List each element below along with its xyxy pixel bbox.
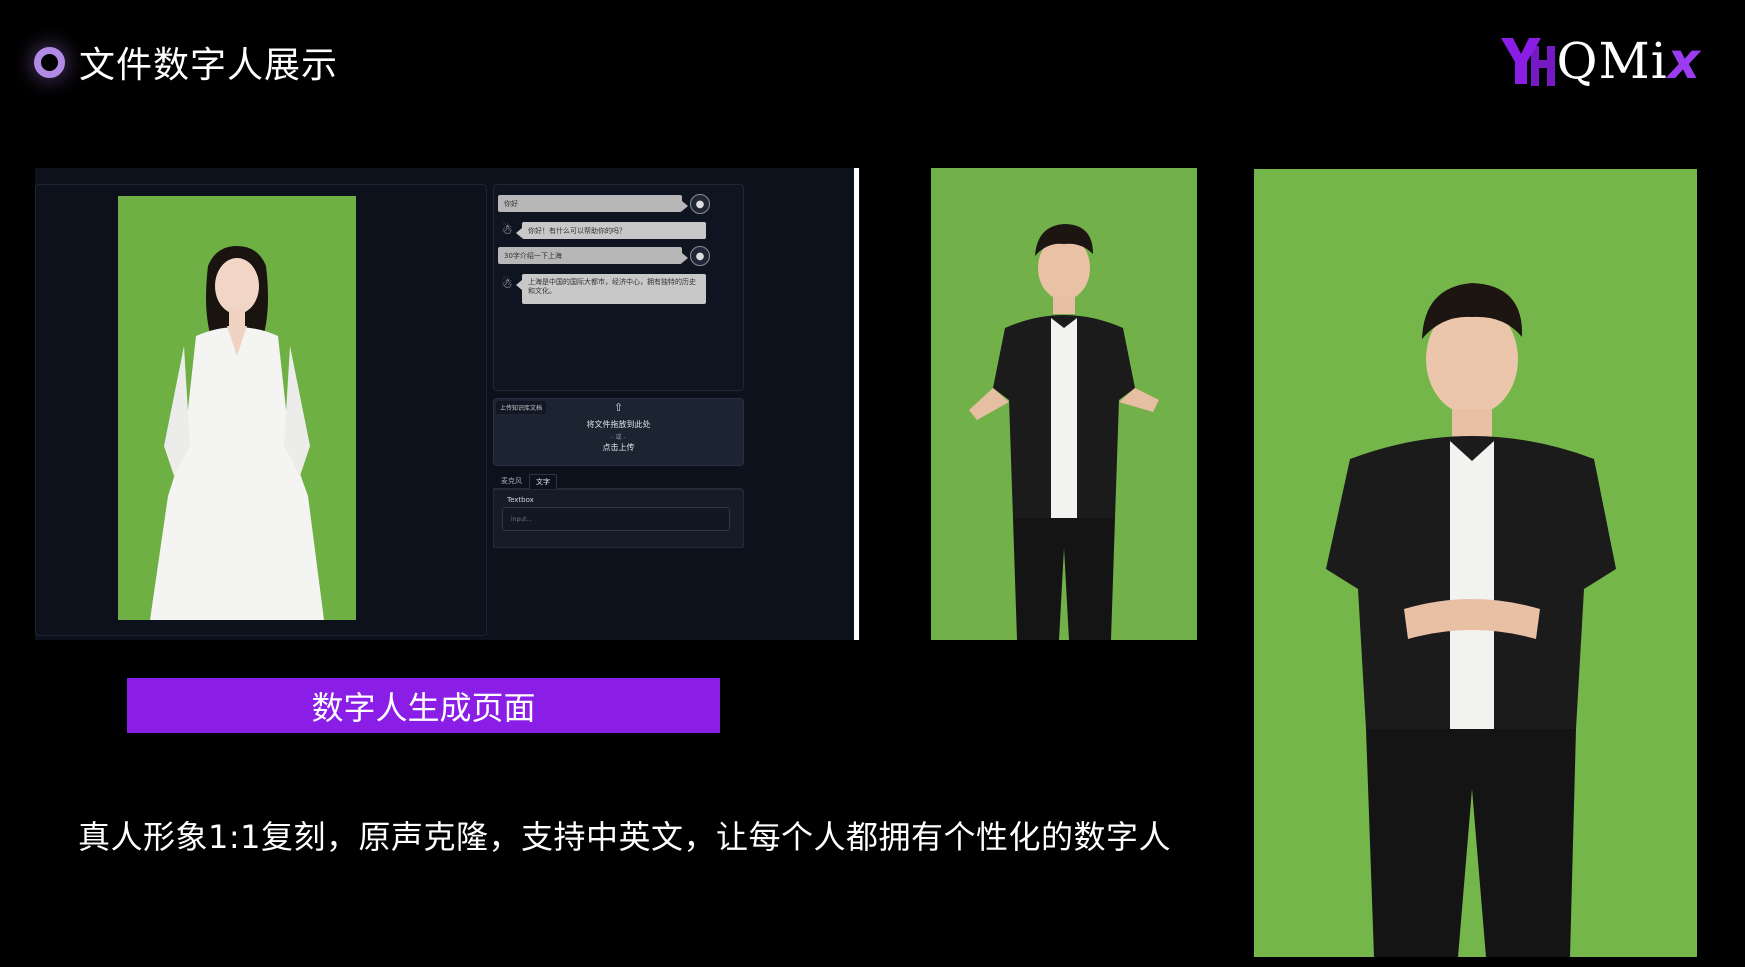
tab-microphone[interactable]: 麦克风 bbox=[495, 474, 528, 488]
brand-name: QMix bbox=[1557, 32, 1701, 90]
chat-message-user: 30字介绍一下上海 bbox=[498, 247, 688, 264]
screenshot-divider bbox=[854, 168, 859, 640]
digital-human-app-screenshot: 你好 ● ☃ 你好！有什么可以帮助你的吗？ 30字介绍一下上海 ● ☃ 上海是中… bbox=[35, 168, 860, 640]
chat-message-bot: 你好！有什么可以帮助你的吗？ bbox=[516, 222, 706, 239]
brand-name-main: QMi bbox=[1556, 32, 1668, 90]
user-avatar-icon: ● bbox=[690, 194, 710, 214]
chat-message-bot: 上海是中国的国际大都市，经济中心，拥有独特的历史和文化。 bbox=[516, 274, 706, 304]
file-upload-dropzone[interactable]: 上传知识库文档 ⇧ 将文件拖放到此处 - 或 - 点击上传 bbox=[493, 398, 744, 466]
digital-human-video-male-small bbox=[931, 168, 1197, 640]
chat-message-user: 你好 bbox=[498, 195, 688, 212]
brand-name-accent: x bbox=[1667, 32, 1701, 90]
textbox-label: Textbox bbox=[507, 496, 534, 504]
caption-text: 数字人生成页面 bbox=[311, 688, 536, 727]
page-header: 文件数字人展示 bbox=[34, 36, 338, 88]
video-panel bbox=[35, 184, 487, 636]
user-avatar-icon: ● bbox=[690, 246, 710, 266]
chat-history: 你好 ● ☃ 你好！有什么可以帮助你的吗？ 30字介绍一下上海 ● ☃ 上海是中… bbox=[493, 184, 744, 391]
bot-avatar-icon: ☃ bbox=[501, 276, 513, 292]
textbox-panel: Textbox bbox=[493, 489, 744, 548]
male-avatar-figure-large bbox=[1326, 283, 1616, 957]
brand-logo: QMix bbox=[1497, 26, 1701, 96]
upload-icon: ⇧ bbox=[613, 401, 624, 414]
upload-or-text: - 或 - bbox=[611, 434, 626, 441]
textbox-input[interactable] bbox=[502, 507, 730, 531]
bot-avatar-icon: ☃ bbox=[501, 222, 513, 238]
digital-human-video-female bbox=[118, 196, 356, 620]
input-mode-tabs: 麦克风 文字 bbox=[493, 474, 742, 489]
male-avatar-figure bbox=[969, 224, 1159, 640]
upload-click-text[interactable]: 点击上传 bbox=[494, 442, 743, 453]
upload-drop-text: 将文件拖放到此处 bbox=[586, 420, 651, 429]
tab-text[interactable]: 文字 bbox=[529, 474, 557, 489]
digital-human-video-male-large bbox=[1254, 169, 1697, 957]
title-bullet-icon bbox=[34, 46, 65, 78]
tagline: 真人形象1:1复刻，原声克隆，支持中英文，让每个人都拥有个性化的数字人 bbox=[78, 818, 1172, 856]
caption-banner: 数字人生成页面 bbox=[127, 678, 720, 733]
page-title: 文件数字人展示 bbox=[79, 45, 339, 86]
yh-logo-icon bbox=[1500, 38, 1555, 86]
female-avatar-figure bbox=[150, 246, 324, 620]
